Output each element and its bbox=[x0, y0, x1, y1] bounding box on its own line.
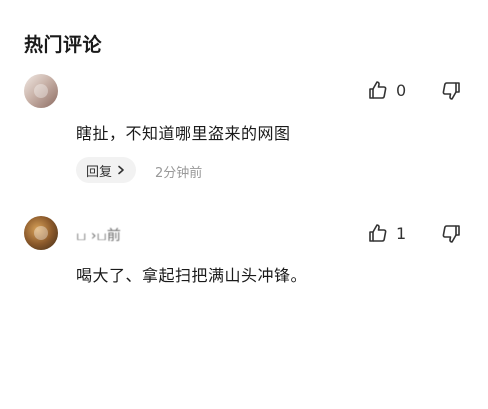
comment-text: 喝大了、拿起扫把满山头冲锋。 bbox=[76, 266, 308, 285]
avatar-image bbox=[34, 84, 48, 98]
like-button[interactable]: 0 bbox=[368, 80, 406, 100]
nickname[interactable]: ப ›ப前 bbox=[76, 225, 121, 246]
dislike-button[interactable] bbox=[441, 224, 461, 244]
section-title: 热门评论 bbox=[24, 34, 103, 56]
comment-time: 2分钟前 bbox=[155, 166, 203, 181]
thumbs-up-icon bbox=[368, 80, 388, 100]
avatar[interactable] bbox=[24, 216, 58, 250]
chevron-right-icon bbox=[116, 165, 126, 175]
reply-label: 回复 bbox=[86, 164, 113, 180]
dislike-button[interactable] bbox=[441, 81, 461, 101]
avatar[interactable] bbox=[24, 74, 58, 108]
thumbs-down-icon bbox=[441, 224, 461, 244]
reply-button[interactable]: 回复 bbox=[76, 157, 137, 183]
thumbs-up-icon bbox=[368, 223, 388, 243]
comment-text: 瞎扯，不知道哪里盗来的网图 bbox=[76, 124, 291, 143]
like-count: 0 bbox=[396, 80, 407, 100]
avatar-image bbox=[34, 226, 48, 240]
like-button[interactable]: 1 bbox=[368, 223, 406, 243]
like-count: 1 bbox=[396, 223, 407, 243]
thumbs-down-icon bbox=[441, 81, 461, 101]
